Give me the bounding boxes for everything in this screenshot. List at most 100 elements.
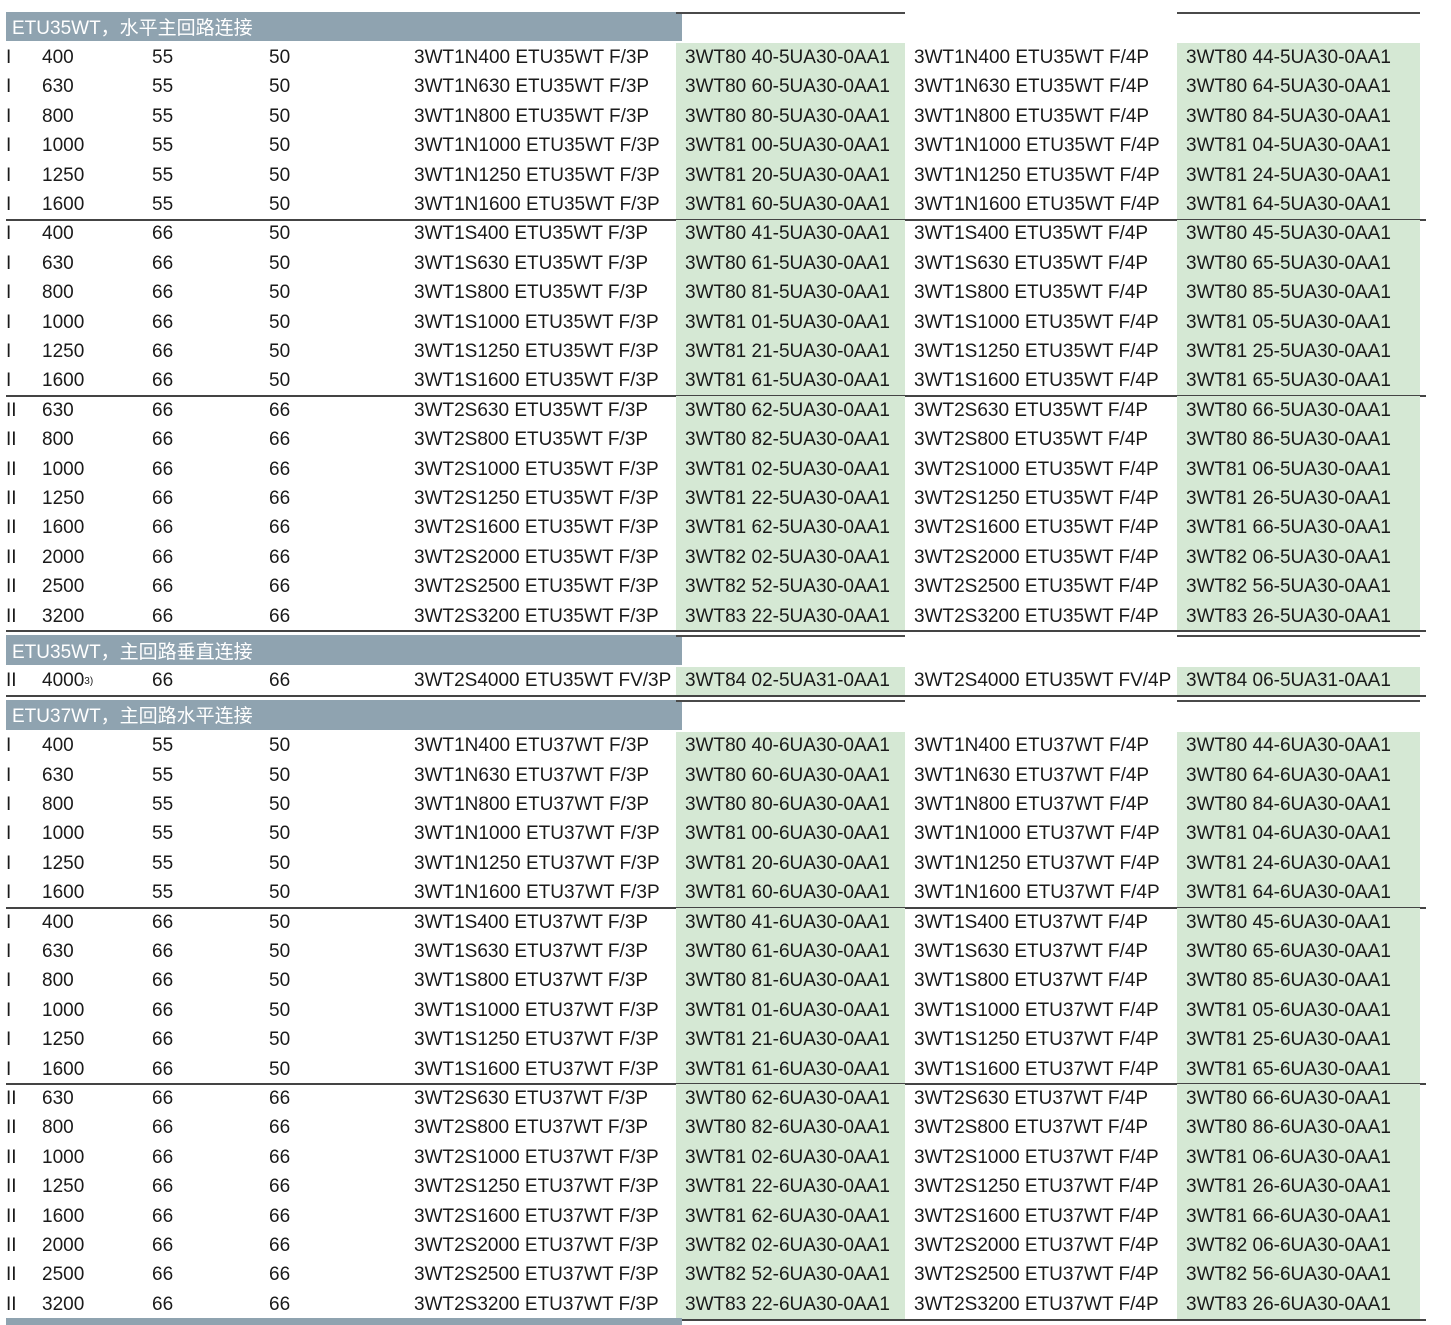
icw-cell: 66 bbox=[269, 1231, 409, 1260]
cell-text: 3WT81 66-6UA30-0AA1 bbox=[1186, 1205, 1391, 1227]
cell-text: 3WT81 60-5UA30-0AA1 bbox=[685, 194, 890, 216]
cell-text: 66 bbox=[152, 546, 174, 568]
order-no-3p-cell: 3WT80 41-5UA30-0AA1 bbox=[676, 219, 905, 250]
cell-text: 3200 bbox=[42, 605, 85, 627]
cell-text: I bbox=[6, 252, 12, 274]
model-3p-cell: 3WT2S1000 ETU35WT F/3P bbox=[414, 455, 682, 484]
model-4p-cell: 3WT2S800 ETU37WT F/4P bbox=[905, 1114, 1177, 1143]
cell-text: 3WT2S800 ETU35WT F/3P bbox=[414, 429, 649, 451]
cell-text: 3WT2S800 ETU37WT F/3P bbox=[414, 1117, 649, 1139]
cell-text: 400 bbox=[42, 223, 74, 245]
order-no-4p-cell: 3WT81 05-5UA30-0AA1 bbox=[1177, 308, 1420, 338]
cell-text: 3WT80 80-6UA30-0AA1 bbox=[685, 794, 890, 816]
frame-size-cell: II bbox=[6, 484, 46, 513]
rated-current-cell: 800 bbox=[42, 967, 152, 996]
cell-text: I bbox=[6, 764, 12, 786]
header-rule bbox=[676, 635, 905, 638]
cell-text: 3WT2S630 ETU37WT F/4P bbox=[914, 1088, 1149, 1110]
model-4p-cell: 3WT1N800 ETU35WT F/4P bbox=[905, 102, 1177, 131]
cell-text: 3WT81 02-5UA30-0AA1 bbox=[685, 458, 890, 480]
order-no-3p-cell: 3WT80 40-6UA30-0AA1 bbox=[676, 731, 905, 761]
model-4p-cell: 3WT1S1600 ETU35WT F/4P bbox=[905, 367, 1177, 396]
cell-text: 630 bbox=[42, 252, 74, 274]
model-4p-cell: 3WT2S630 ETU37WT F/4P bbox=[905, 1084, 1177, 1113]
cell-text: 3WT81 65-5UA30-0AA1 bbox=[1186, 370, 1391, 392]
model-4p-cell: 3WT1S800 ETU37WT F/4P bbox=[905, 967, 1177, 996]
cell-text: II bbox=[6, 1205, 17, 1227]
cell-text: II bbox=[6, 1146, 17, 1168]
table-row: I 1600 66 50 3WT1S1600 ETU35WT F/3P 3WT81 61-… bbox=[6, 366, 1426, 397]
cell-text: 3WT82 02-5UA30-0AA1 bbox=[685, 546, 890, 568]
order-no-4p-cell: 3WT81 64-6UA30-0AA1 bbox=[1177, 878, 1420, 908]
table-row: II 2000 66 66 3WT2S2000 ETU35WT F/3P 3WT82 02… bbox=[6, 543, 1426, 573]
cell-text: 3WT1N1250 ETU35WT F/3P bbox=[414, 164, 660, 186]
table-row: I 630 66 50 3WT1S630 ETU37WT F/3P 3WT80 61-6U… bbox=[6, 937, 1426, 967]
order-no-3p-cell: 3WT81 60-6UA30-0AA1 bbox=[676, 878, 905, 908]
cell-text: 1600 bbox=[42, 1205, 85, 1227]
cell-text: 3WT81 04-6UA30-0AA1 bbox=[1186, 823, 1391, 845]
cell-text: 3WT1S400 ETU37WT F/3P bbox=[414, 911, 649, 933]
cell-text: 50 bbox=[269, 311, 291, 333]
model-3p-cell: 3WT2S2500 ETU35WT F/3P bbox=[414, 573, 682, 602]
order-no-3p-cell: 3WT81 02-5UA30-0AA1 bbox=[676, 455, 905, 485]
icu-cell: 66 bbox=[152, 1055, 270, 1084]
cell-text: 3WT81 20-6UA30-0AA1 bbox=[685, 852, 890, 874]
cell-text: 3WT2S2500 ETU35WT F/3P bbox=[414, 576, 659, 598]
model-4p-cell: 3WT1N630 ETU37WT F/4P bbox=[905, 761, 1177, 790]
order-no-4p-cell: 3WT80 84-5UA30-0AA1 bbox=[1177, 102, 1420, 132]
cell-text: 800 bbox=[42, 970, 74, 992]
rated-current-cell: 1600 bbox=[42, 367, 152, 396]
cell-text: 66 bbox=[152, 282, 174, 304]
cell-text: 50 bbox=[269, 941, 291, 963]
cell-text: 3WT82 56-6UA30-0AA1 bbox=[1186, 1264, 1391, 1286]
frame-size-cell: I bbox=[6, 967, 46, 996]
cell-text: 3WT2S1250 ETU35WT F/3P bbox=[414, 488, 659, 510]
frame-size-cell: II bbox=[6, 455, 46, 484]
cell-text: 3WT2S3200 ETU37WT F/3P bbox=[414, 1293, 659, 1315]
frame-size-cell: I bbox=[6, 761, 46, 790]
cell-text: 3WT1S800 ETU35WT F/4P bbox=[914, 282, 1149, 304]
cell-text: 66 bbox=[269, 1293, 291, 1315]
cell-text: I bbox=[6, 911, 12, 933]
icu-cell: 66 bbox=[152, 1084, 270, 1113]
icu-cell: 66 bbox=[152, 667, 270, 696]
cell-text: 3WT81 65-6UA30-0AA1 bbox=[1186, 1058, 1391, 1080]
order-no-3p-cell: 3WT81 61-6UA30-0AA1 bbox=[676, 1055, 905, 1085]
table-row: II 4000 3) 66 66 3WT2S4000 ETU35WT FV/3P 3WT84… bbox=[6, 666, 1426, 697]
model-4p-cell: 3WT2S2500 ETU37WT F/4P bbox=[905, 1261, 1177, 1290]
cell-text: 3WT82 02-6UA30-0AA1 bbox=[685, 1235, 890, 1257]
icu-cell: 66 bbox=[152, 996, 270, 1025]
rated-current-cell: 1600 bbox=[42, 1055, 152, 1084]
table-row: II 630 66 66 3WT2S630 ETU37WT F/3P 3WT80 62-6… bbox=[6, 1084, 1426, 1114]
cell-text: 3WT81 61-5UA30-0AA1 bbox=[685, 370, 890, 392]
order-no-4p-cell: 3WT82 56-5UA30-0AA1 bbox=[1177, 572, 1420, 602]
cell-text: 3WT80 41-5UA30-0AA1 bbox=[685, 223, 890, 245]
order-no-3p-cell: 3WT80 41-6UA30-0AA1 bbox=[676, 908, 905, 938]
frame-size-cell: I bbox=[6, 732, 46, 761]
icw-cell: 50 bbox=[269, 879, 409, 908]
cell-text: 3WT1S1000 ETU35WT F/3P bbox=[414, 311, 659, 333]
cell-text: 3WT80 82-6UA30-0AA1 bbox=[685, 1117, 890, 1139]
icw-cell: 66 bbox=[269, 1084, 409, 1113]
cell-text: II bbox=[6, 1088, 17, 1110]
model-3p-cell: 3WT1S630 ETU37WT F/3P bbox=[414, 937, 682, 966]
cell-text: 3WT2S800 ETU37WT F/4P bbox=[914, 1117, 1149, 1139]
cell-text: 3WT1N1600 ETU37WT F/4P bbox=[914, 882, 1160, 904]
table-row: II 3200 66 66 3WT2S3200 ETU37WT F/3P 3WT83 22… bbox=[6, 1290, 1426, 1320]
cell-text: 3WT2S1000 ETU35WT F/4P bbox=[914, 458, 1159, 480]
order-no-4p-cell: 3WT80 85-5UA30-0AA1 bbox=[1177, 278, 1420, 308]
cell-text: I bbox=[6, 76, 12, 98]
cell-text: 3WT80 44-5UA30-0AA1 bbox=[1186, 47, 1391, 69]
cell-text: 3WT80 64-6UA30-0AA1 bbox=[1186, 764, 1391, 786]
frame-size-cell: I bbox=[6, 190, 46, 219]
rated-current-cell: 4000 3) bbox=[42, 667, 152, 696]
model-3p-cell: 3WT1S1600 ETU37WT F/3P bbox=[414, 1055, 682, 1084]
cell-text: 800 bbox=[42, 105, 74, 127]
table-row: I 630 66 50 3WT1S630 ETU35WT F/3P 3WT80 61-5U… bbox=[6, 249, 1426, 279]
model-3p-cell: 3WT1S800 ETU37WT F/3P bbox=[414, 967, 682, 996]
cell-text: 66 bbox=[269, 1205, 291, 1227]
cell-text: 800 bbox=[42, 282, 74, 304]
icu-cell: 55 bbox=[152, 190, 270, 219]
model-4p-cell: 3WT2S3200 ETU37WT F/4P bbox=[905, 1290, 1177, 1319]
cell-text: 50 bbox=[269, 882, 291, 904]
